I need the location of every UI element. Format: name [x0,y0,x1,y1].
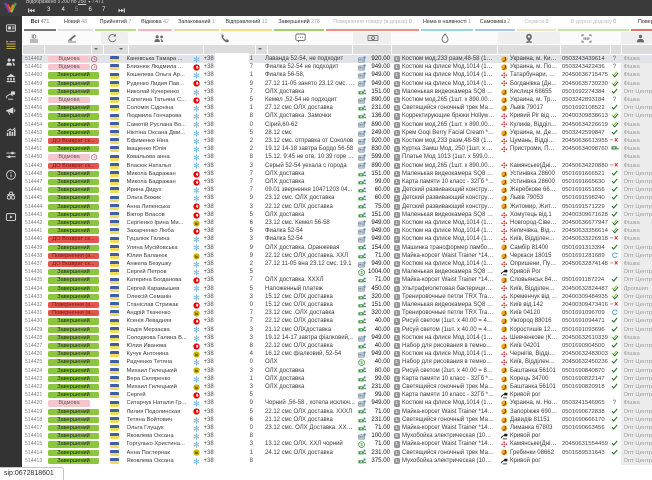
svg-text:ID: ID [31,34,36,40]
